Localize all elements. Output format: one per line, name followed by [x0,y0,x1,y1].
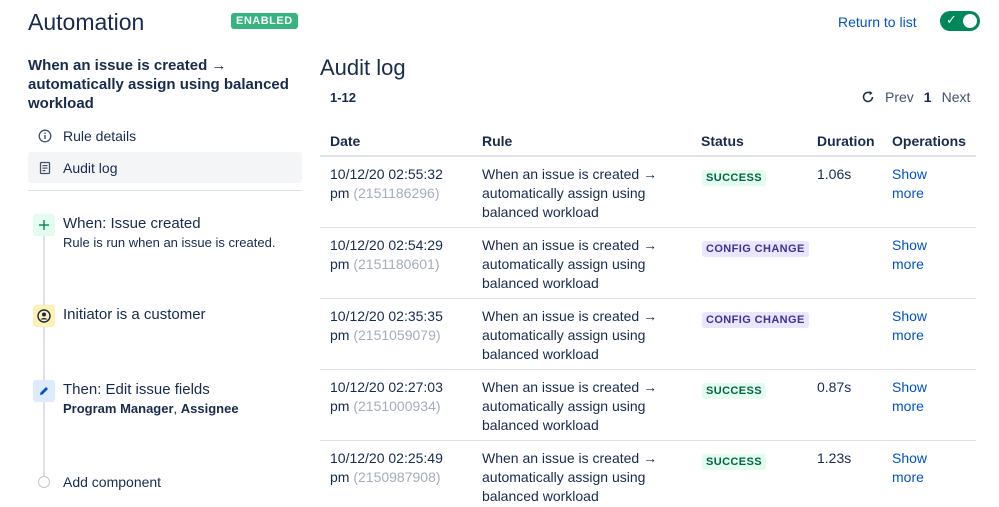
sidebar-item-label: Audit log [63,159,118,176]
row-execution-id: (2151059079) [353,327,441,343]
table-row: 10/12/20 02:55:32 pm (2151186296) When an … [320,157,976,228]
row-execution-id: (2151000934) [353,398,441,414]
table-row: 10/12/20 02:35:35 pm (2151059079) When an … [320,299,976,370]
status-badge: SUCCESS [702,170,766,186]
rule-enabled-toggle[interactable]: ✓ [940,11,980,31]
row-rule: When an issue is created → automatically… [482,450,658,504]
row-date: 10/12/20 02:55:32 pm (2151186296) [330,165,470,203]
row-execution-id: (2151186296) [353,185,440,201]
add-component-dot [38,476,50,488]
result-range: 1-12 [330,90,357,105]
refresh-icon[interactable] [861,90,875,104]
row-date: 10/12/20 02:25:49 pm (2150987908) [330,449,470,487]
show-more-link[interactable]: Show more [892,165,952,203]
next-page-button[interactable]: Next [942,89,971,105]
rule-timeline [43,228,45,483]
user-circle-icon [33,305,55,327]
row-date: 10/12/20 02:35:35 pm (2151059079) [330,307,470,345]
row-rule: When an issue is created → automatically… [482,308,658,362]
status-badge: SUCCESS [702,454,766,470]
column-header-rule[interactable]: Rule [482,133,512,149]
row-date-value: 10/12/20 02:25:49 [330,450,443,466]
row-date-value: 10/12/20 02:35:35 [330,308,443,324]
row-status: SUCCESS [702,380,766,399]
add-component-button[interactable]: Add component [63,474,161,490]
current-page[interactable]: 1 [924,89,932,105]
pencil-icon [33,380,55,402]
prev-page-button[interactable]: Prev [885,89,914,105]
row-status: CONFIG CHANGE [702,309,809,328]
audit-log-table: Date Rule Status Duration Operations 10/… [320,127,976,507]
return-to-list-link[interactable]: Return to list [838,14,917,30]
field-name: Program Manager [63,401,174,416]
row-date-ampm: pm [330,256,350,272]
table-header: Date Rule Status Duration Operations [320,127,976,157]
sidebar-item-rule-details[interactable]: Rule details [28,120,302,151]
table-row: 10/12/20 02:25:49 pm (2150987908) When an … [320,441,976,507]
column-header-date[interactable]: Date [330,133,360,149]
row-date-value: 10/12/20 02:27:03 [330,379,443,395]
column-header-status[interactable]: Status [701,133,744,149]
column-header-duration[interactable]: Duration [817,133,875,149]
status-badge: CONFIG CHANGE [702,312,809,328]
show-more-link[interactable]: Show more [892,378,952,416]
show-more-link[interactable]: Show more [892,307,952,345]
info-icon [38,129,52,143]
table-row: 10/12/20 02:27:03 pm (2151000934) When an … [320,370,976,441]
row-duration: 0.87s [817,379,852,395]
row-date: 10/12/20 02:27:03 pm (2151000934) [330,378,470,416]
row-date-ampm: pm [330,398,350,414]
component-subtitle: Rule is run when an issue is created. [63,235,276,250]
sidebar-item-audit-log[interactable]: Audit log [28,152,302,183]
row-date-ampm: pm [330,469,350,485]
document-icon [38,161,52,175]
column-header-operations: Operations [892,133,966,149]
row-status: SUCCESS [702,451,766,470]
row-date-ampm: pm [330,185,350,201]
component-fields: Program Manager, Assignee [63,401,239,416]
status-badge: SUCCESS [702,383,766,399]
check-icon: ✓ [946,12,957,27]
enabled-badge: ENABLED [231,13,298,29]
sidebar-item-label: Rule details [63,127,137,144]
row-execution-id: (2151180601) [353,256,440,272]
component-title: When: Issue created [63,215,201,232]
show-more-link[interactable]: Show more [892,449,952,487]
sidebar-divider [28,190,302,191]
show-more-link[interactable]: Show more [892,236,952,274]
row-date-value: 10/12/20 02:55:32 [330,166,443,182]
pagination: Prev 1 Next [861,89,970,105]
row-rule: When an issue is created → automatically… [482,166,658,220]
field-name: Assignee [180,401,239,416]
plus-icon [33,214,55,236]
status-badge: CONFIG CHANGE [702,241,809,257]
table-body: 10/12/20 02:55:32 pm (2151186296) When an … [320,157,976,507]
row-duration: 1.23s [817,450,852,466]
row-date: 10/12/20 02:54:29 pm (2151180601) [330,236,470,274]
row-date-value: 10/12/20 02:54:29 [330,237,443,253]
sidebar-nav: Rule details Audit log [28,120,302,184]
row-rule: When an issue is created → automatically… [482,379,658,433]
app-title: Automation [28,9,145,35]
row-execution-id: (2150987908) [353,469,441,485]
component-title: Initiator is a customer [63,306,206,323]
field-separator: , [173,401,181,416]
row-rule: When an issue is created → automatically… [482,237,658,291]
table-row: 10/12/20 02:54:29 pm (2151180601) When an … [320,228,976,299]
page-title: Audit log [320,55,406,80]
rule-title: When an issue is created → automatically… [28,57,289,112]
row-status: CONFIG CHANGE [702,238,809,257]
toggle-knob [963,14,977,28]
row-date-ampm: pm [330,327,350,343]
row-duration: 1.06s [817,166,852,182]
row-status: SUCCESS [702,167,766,186]
component-title: Then: Edit issue fields [63,381,210,398]
